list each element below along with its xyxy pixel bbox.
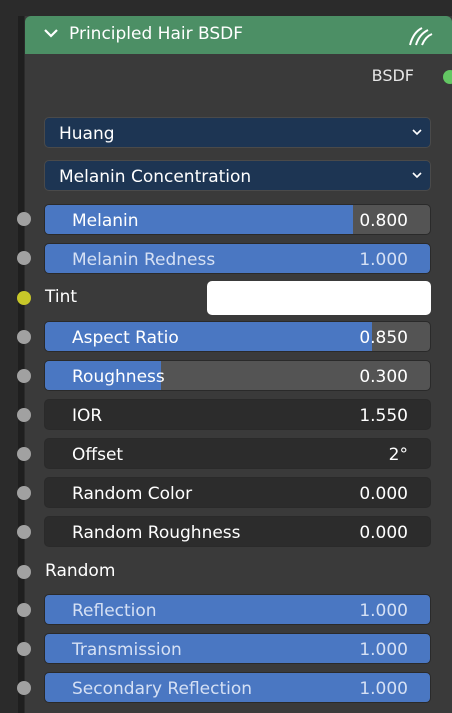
secondary-reflection-label: Secondary Reflection bbox=[72, 679, 253, 699]
input-socket-melanin[interactable] bbox=[17, 212, 31, 226]
reflection-slider[interactable]: Reflection 1.000 bbox=[44, 594, 431, 625]
random-roughness-label: Random Roughness bbox=[72, 523, 241, 543]
offset-field[interactable]: Offset 2° bbox=[44, 438, 431, 469]
aspect-ratio-slider[interactable]: Aspect Ratio 0.850 bbox=[44, 321, 431, 352]
input-socket-offset[interactable] bbox=[17, 447, 31, 461]
secondary-reflection-value: 1.000 bbox=[359, 679, 408, 699]
parametrization-dropdown-value: Melanin Concentration bbox=[59, 167, 252, 187]
random-color-value: 0.000 bbox=[359, 484, 408, 504]
input-socket-tint[interactable] bbox=[17, 291, 31, 305]
output-socket-bsdf[interactable] bbox=[443, 70, 452, 84]
hair-icon bbox=[409, 27, 433, 46]
input-socket-secondary-reflection[interactable] bbox=[17, 681, 31, 695]
parametrization-dropdown[interactable]: Melanin Concentration bbox=[44, 160, 431, 191]
output-label-bsdf: BSDF bbox=[371, 66, 414, 85]
offset-value: 2° bbox=[388, 445, 408, 465]
input-socket-reflection[interactable] bbox=[17, 603, 31, 617]
aspect-ratio-value: 0.850 bbox=[359, 328, 408, 348]
random-color-field[interactable]: Random Color 0.000 bbox=[44, 477, 431, 508]
transmission-label: Transmission bbox=[72, 640, 182, 660]
roughness-slider[interactable]: Roughness 0.300 bbox=[44, 360, 431, 391]
chevron-down-icon bbox=[412, 129, 422, 136]
ior-label: IOR bbox=[72, 406, 103, 426]
melanin-redness-slider[interactable]: Melanin Redness 1.000 bbox=[44, 243, 431, 274]
transmission-slider[interactable]: Transmission 1.000 bbox=[44, 633, 431, 664]
chevron-down-icon[interactable] bbox=[44, 28, 58, 38]
input-socket-ior[interactable] bbox=[17, 408, 31, 422]
random-color-label: Random Color bbox=[72, 484, 193, 504]
node-header[interactable]: Principled Hair BSDF bbox=[25, 16, 452, 54]
melanin-slider[interactable]: Melanin 0.800 bbox=[44, 204, 431, 235]
melanin-redness-label: Melanin Redness bbox=[72, 250, 216, 270]
aspect-ratio-label: Aspect Ratio bbox=[72, 328, 179, 348]
model-dropdown[interactable]: Huang bbox=[44, 117, 431, 148]
node-title: Principled Hair BSDF bbox=[69, 24, 244, 44]
input-socket-transmission[interactable] bbox=[17, 642, 31, 656]
reflection-value: 1.000 bbox=[359, 601, 408, 621]
input-socket-random[interactable] bbox=[17, 565, 31, 579]
reflection-label: Reflection bbox=[72, 601, 157, 621]
input-socket-roughness[interactable] bbox=[17, 369, 31, 383]
ior-field[interactable]: IOR 1.550 bbox=[44, 399, 431, 430]
input-socket-aspect-ratio[interactable] bbox=[17, 330, 31, 344]
roughness-value: 0.300 bbox=[359, 367, 408, 387]
melanin-redness-value: 1.000 bbox=[359, 250, 408, 270]
input-socket-random-roughness[interactable] bbox=[17, 525, 31, 539]
random-roughness-value: 0.000 bbox=[359, 523, 408, 543]
input-socket-melanin-redness[interactable] bbox=[17, 251, 31, 265]
model-dropdown-value: Huang bbox=[59, 124, 115, 144]
input-socket-random-color[interactable] bbox=[17, 486, 31, 500]
ior-value: 1.550 bbox=[359, 406, 408, 426]
secondary-reflection-slider[interactable]: Secondary Reflection 1.000 bbox=[44, 672, 431, 703]
chevron-down-icon bbox=[412, 172, 422, 179]
melanin-label: Melanin bbox=[72, 211, 139, 231]
random-roughness-field[interactable]: Random Roughness 0.000 bbox=[44, 516, 431, 547]
melanin-value: 0.800 bbox=[359, 211, 408, 231]
random-label: Random bbox=[45, 561, 116, 581]
roughness-label: Roughness bbox=[72, 367, 165, 387]
transmission-value: 1.000 bbox=[359, 640, 408, 660]
offset-label: Offset bbox=[72, 445, 124, 465]
tint-label: Tint bbox=[45, 287, 78, 307]
tint-color-swatch[interactable] bbox=[207, 281, 431, 315]
